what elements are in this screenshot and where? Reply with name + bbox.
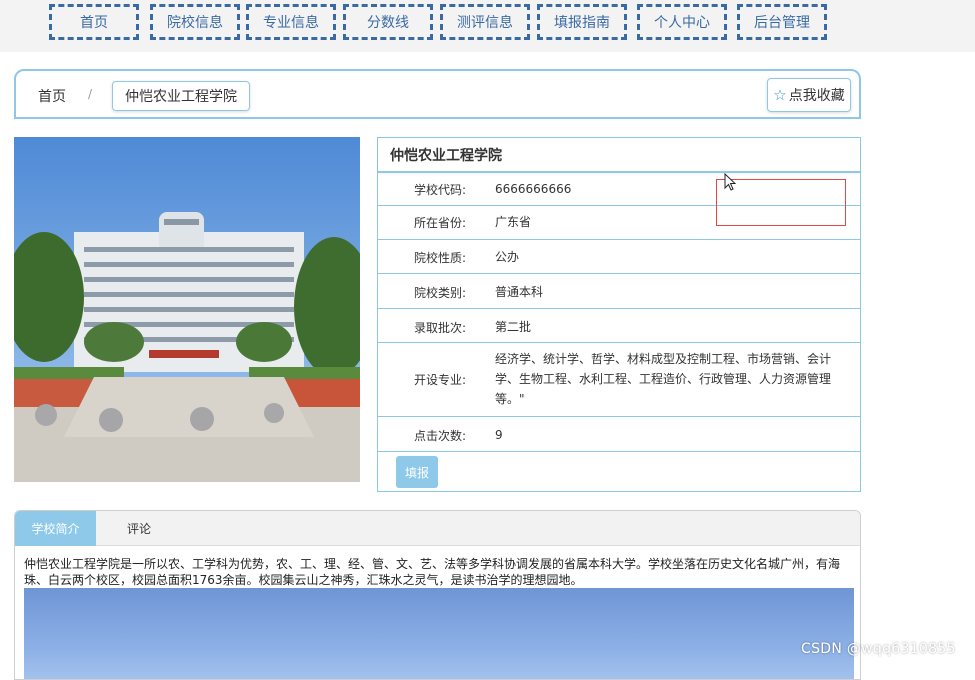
info-value: 第二批 <box>495 320 532 334</box>
info-row-majors: 开设专业: 经济学、统计学、哲学、材料成型及控制工程、市场营销、会计学、生物工程… <box>378 342 860 416</box>
info-key: 院校性质: <box>413 251 466 265</box>
favorite-button[interactable]: ☆ 点我收藏 <box>767 78 851 112</box>
intro-image <box>24 588 854 679</box>
nav-scores[interactable]: 分数线 <box>343 4 433 40</box>
info-row-category: 院校类别: 普通本科 <box>378 273 860 308</box>
info-row-clicks: 点击次数: 9 <box>378 416 860 451</box>
breadcrumb-home-link[interactable]: 首页 <box>38 86 66 106</box>
info-value: 经济学、统计学、哲学、材料成型及控制工程、市场营销、会计学、生物工程、水利工程、… <box>495 352 832 406</box>
school-name-heading: 仲恺农业工程学院 <box>378 138 860 172</box>
info-value: 公办 <box>495 250 520 264</box>
info-value: 普通本科 <box>495 285 544 299</box>
nav-guide[interactable]: 填报指南 <box>537 4 627 40</box>
info-key: 院校类别: <box>413 286 466 300</box>
campus-photo <box>14 137 360 482</box>
nav-schools[interactable]: 院校信息 <box>150 4 240 40</box>
top-nav-bar: 首页 院校信息 专业信息 分数线 测评信息 填报指南 个人中心 后台管理 <box>0 0 975 52</box>
school-intro-text: 仲恺农业工程学院是一所以农、工学科为优势，农、工、理、经、管、文、艺、法等多学科… <box>24 557 841 587</box>
nav-admin[interactable]: 后台管理 <box>737 4 827 40</box>
nav-assessment[interactable]: 测评信息 <box>440 4 530 40</box>
info-key: 学校代码: <box>413 183 466 197</box>
breadcrumb-separator: / <box>88 87 93 101</box>
mouse-cursor-icon <box>724 173 737 191</box>
nav-home[interactable]: 首页 <box>49 4 139 40</box>
info-key: 点击次数: <box>413 429 466 443</box>
breadcrumb-current: 仲恺农业工程学院 <box>112 81 250 111</box>
tab-school-intro[interactable]: 学校简介 <box>15 511 96 546</box>
nav-majors[interactable]: 专业信息 <box>246 4 336 40</box>
nav-profile[interactable]: 个人中心 <box>637 4 727 40</box>
apply-button[interactable]: 填报 <box>396 456 438 488</box>
info-key: 录取批次: <box>413 321 466 335</box>
info-row-divider <box>378 451 860 452</box>
tab-comments[interactable]: 评论 <box>96 511 182 546</box>
school-detail-tabs: 学校简介 评论 仲恺农业工程学院是一所以农、工学科为优势，农、工、理、经、管、文… <box>14 510 861 680</box>
watermark: CSDN @wqq6310855 <box>801 641 956 657</box>
info-value: 9 <box>495 428 503 442</box>
info-key: 开设专业: <box>413 373 466 387</box>
info-row-batch: 录取批次: 第二批 <box>378 308 860 342</box>
info-row-nature: 院校性质: 公办 <box>378 239 860 273</box>
breadcrumb: 首页 / 仲恺农业工程学院 ☆ 点我收藏 <box>14 69 861 119</box>
tab-bar: 学校简介 评论 <box>15 511 860 546</box>
info-key: 所在省份: <box>413 216 466 230</box>
star-icon: ☆ <box>773 86 787 104</box>
favorite-button-label: 点我收藏 <box>788 88 845 104</box>
